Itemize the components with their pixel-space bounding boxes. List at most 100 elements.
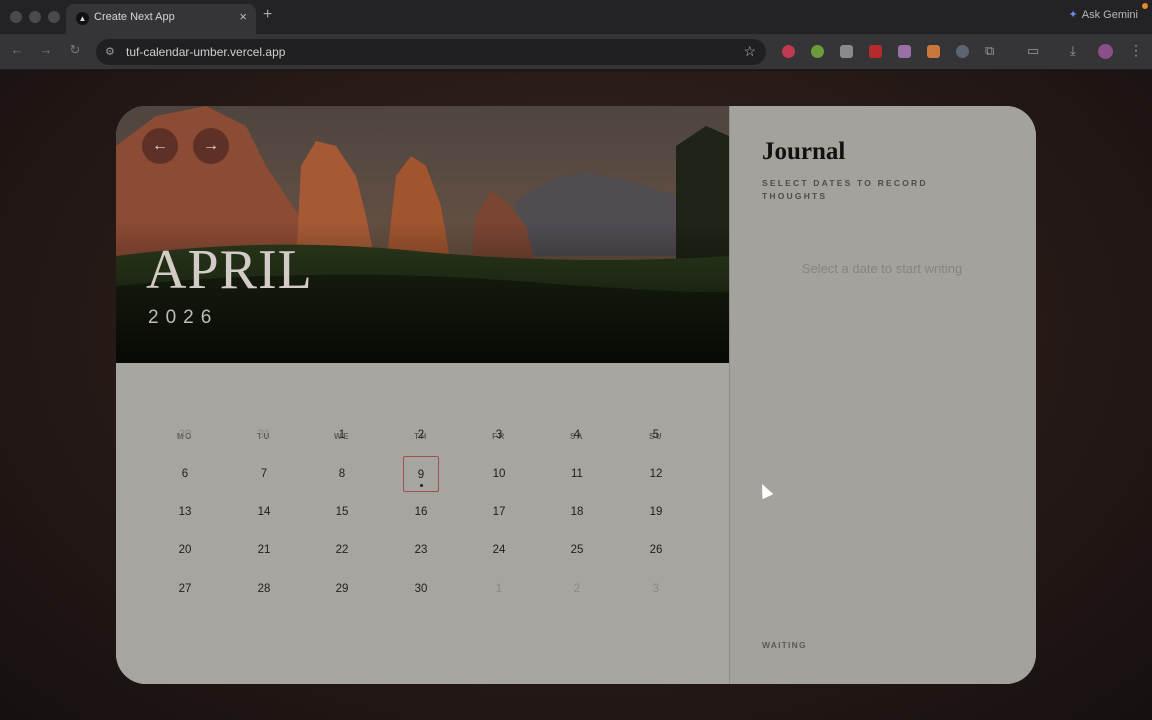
browser-tab[interactable]: ▲ Create Next App ×	[66, 4, 256, 34]
day-cell-today[interactable]: 9	[403, 456, 439, 492]
next-month-button[interactable]: →	[193, 128, 229, 164]
day-cell[interactable]: 24	[481, 532, 517, 568]
day-cell[interactable]: 17	[481, 494, 517, 530]
day-number: 22	[335, 544, 349, 556]
tab-close-icon[interactable]: ×	[239, 9, 247, 24]
day-number: 5	[652, 429, 660, 441]
day-cell[interactable]: 6	[167, 456, 203, 492]
day-number: 18	[570, 506, 584, 518]
extension-2-icon[interactable]	[811, 45, 824, 58]
browser-tab-bar: ▲ Create Next App × + ✦ Ask Gemini	[0, 0, 1152, 34]
day-cell[interactable]: 16	[403, 494, 439, 530]
prev-month-button[interactable]: ←	[142, 128, 178, 164]
day-cell[interactable]: 23	[403, 532, 439, 568]
day-cell[interactable]: 30	[167, 417, 203, 453]
day-cell[interactable]: 1	[481, 571, 517, 607]
window-close-control[interactable]	[10, 11, 22, 23]
window-zoom-control[interactable]	[48, 11, 60, 23]
profile-avatar[interactable]	[1098, 44, 1113, 59]
day-number: 7	[260, 468, 268, 480]
extension-7-icon[interactable]	[956, 45, 969, 58]
day-cell[interactable]: 4	[559, 417, 595, 453]
reload-icon[interactable]: ↻	[66, 42, 84, 58]
recording-indicator	[1142, 3, 1148, 9]
day-cell[interactable]: 28	[246, 571, 282, 607]
forward-arrow-icon[interactable]: →	[37, 42, 55, 57]
day-number: 9	[417, 469, 425, 481]
year-label: 2026	[148, 307, 219, 328]
day-cell[interactable]: 8	[324, 456, 360, 492]
day-number: 11	[571, 468, 583, 480]
journal-empty-placeholder: Select a date to start writing	[801, 261, 963, 276]
day-cell[interactable]: 26	[638, 532, 674, 568]
day-cell[interactable]: 2	[559, 571, 595, 607]
day-cell[interactable]: 13	[167, 494, 203, 530]
calendar-card: ← → APRIL 2026 MO TU WE TH FR SA SU 30 31 1 2 3 4 5 6…	[116, 106, 1036, 684]
day-number: 3	[495, 429, 503, 441]
day-cell[interactable]: 5	[638, 417, 674, 453]
day-number: 14	[257, 506, 271, 518]
browser-menu-icon[interactable]: ⋮	[1129, 42, 1143, 59]
day-cell[interactable]: 14	[246, 494, 282, 530]
window-minimize-control[interactable]	[29, 11, 41, 23]
day-cell[interactable]: 12	[638, 456, 674, 492]
extension-3-icon[interactable]	[840, 45, 853, 58]
day-cell[interactable]: 3	[481, 417, 517, 453]
day-cell[interactable]: 29	[324, 571, 360, 607]
day-number: 20	[178, 544, 192, 556]
tab-title: Create Next App	[94, 11, 175, 23]
journal-status: WAITING	[762, 640, 807, 650]
day-cell[interactable]: 2	[403, 417, 439, 453]
new-tab-button[interactable]: +	[263, 6, 272, 24]
url-text[interactable]: tuf-calendar-umber.vercel.app	[126, 45, 285, 59]
day-number: 3	[652, 583, 660, 595]
day-cell[interactable]: 31	[246, 417, 282, 453]
day-cell[interactable]: 10	[481, 456, 517, 492]
day-number: 25	[570, 544, 584, 556]
day-cell[interactable]: 7	[246, 456, 282, 492]
journal-title: Journal	[762, 138, 846, 165]
day-number: 28	[257, 583, 271, 595]
day-cell[interactable]: 27	[167, 571, 203, 607]
day-cell[interactable]: 19	[638, 494, 674, 530]
day-number: 23	[414, 544, 428, 556]
nextjs-favicon-icon: ▲	[76, 12, 89, 25]
back-arrow-icon[interactable]: ←	[8, 42, 26, 57]
day-number: 19	[649, 506, 663, 518]
day-number: 27	[178, 583, 192, 595]
extension-6-icon[interactable]	[927, 45, 940, 58]
ask-gemini-button[interactable]: ✦ Ask Gemini	[1069, 8, 1138, 21]
day-number: 17	[492, 506, 506, 518]
day-number: 12	[649, 468, 663, 480]
extension-1-icon[interactable]	[782, 45, 795, 58]
extension-5-icon[interactable]	[898, 45, 911, 58]
day-cell[interactable]: 20	[167, 532, 203, 568]
day-cell[interactable]: 18	[559, 494, 595, 530]
day-number: 15	[335, 506, 349, 518]
address-bar[interactable]: ⚙ tuf-calendar-umber.vercel.app ☆	[96, 39, 766, 65]
day-number: 1	[495, 583, 503, 595]
day-number: 4	[573, 429, 581, 441]
day-cell[interactable]: 30	[403, 571, 439, 607]
day-cell[interactable]: 21	[246, 532, 282, 568]
hero-landscape-image: ← → APRIL 2026	[116, 106, 729, 363]
day-cell[interactable]: 1	[324, 417, 360, 453]
day-number: 10	[492, 468, 506, 480]
day-number: 21	[257, 544, 271, 556]
extensions-puzzle-icon[interactable]: ⧉	[985, 43, 994, 59]
download-icon[interactable]: ⤓	[1070, 43, 1076, 59]
day-cell[interactable]: 25	[559, 532, 595, 568]
day-number: 2	[573, 583, 581, 595]
day-number: 24	[492, 544, 506, 556]
day-cell[interactable]: 22	[324, 532, 360, 568]
ask-gemini-label: Ask Gemini	[1081, 9, 1138, 21]
side-panel-icon[interactable]: ▭	[1027, 43, 1039, 59]
day-number: 31	[257, 429, 271, 441]
bookmark-star-icon[interactable]: ☆	[743, 43, 756, 60]
day-cell[interactable]: 11	[559, 456, 595, 492]
extension-4-icon[interactable]	[869, 45, 882, 58]
site-info-icon[interactable]: ⚙	[105, 45, 115, 58]
calendar-panel: ← → APRIL 2026 MO TU WE TH FR SA SU 30 31 1 2 3 4 5 6…	[116, 106, 729, 684]
day-cell[interactable]: 15	[324, 494, 360, 530]
day-cell[interactable]: 3	[638, 571, 674, 607]
